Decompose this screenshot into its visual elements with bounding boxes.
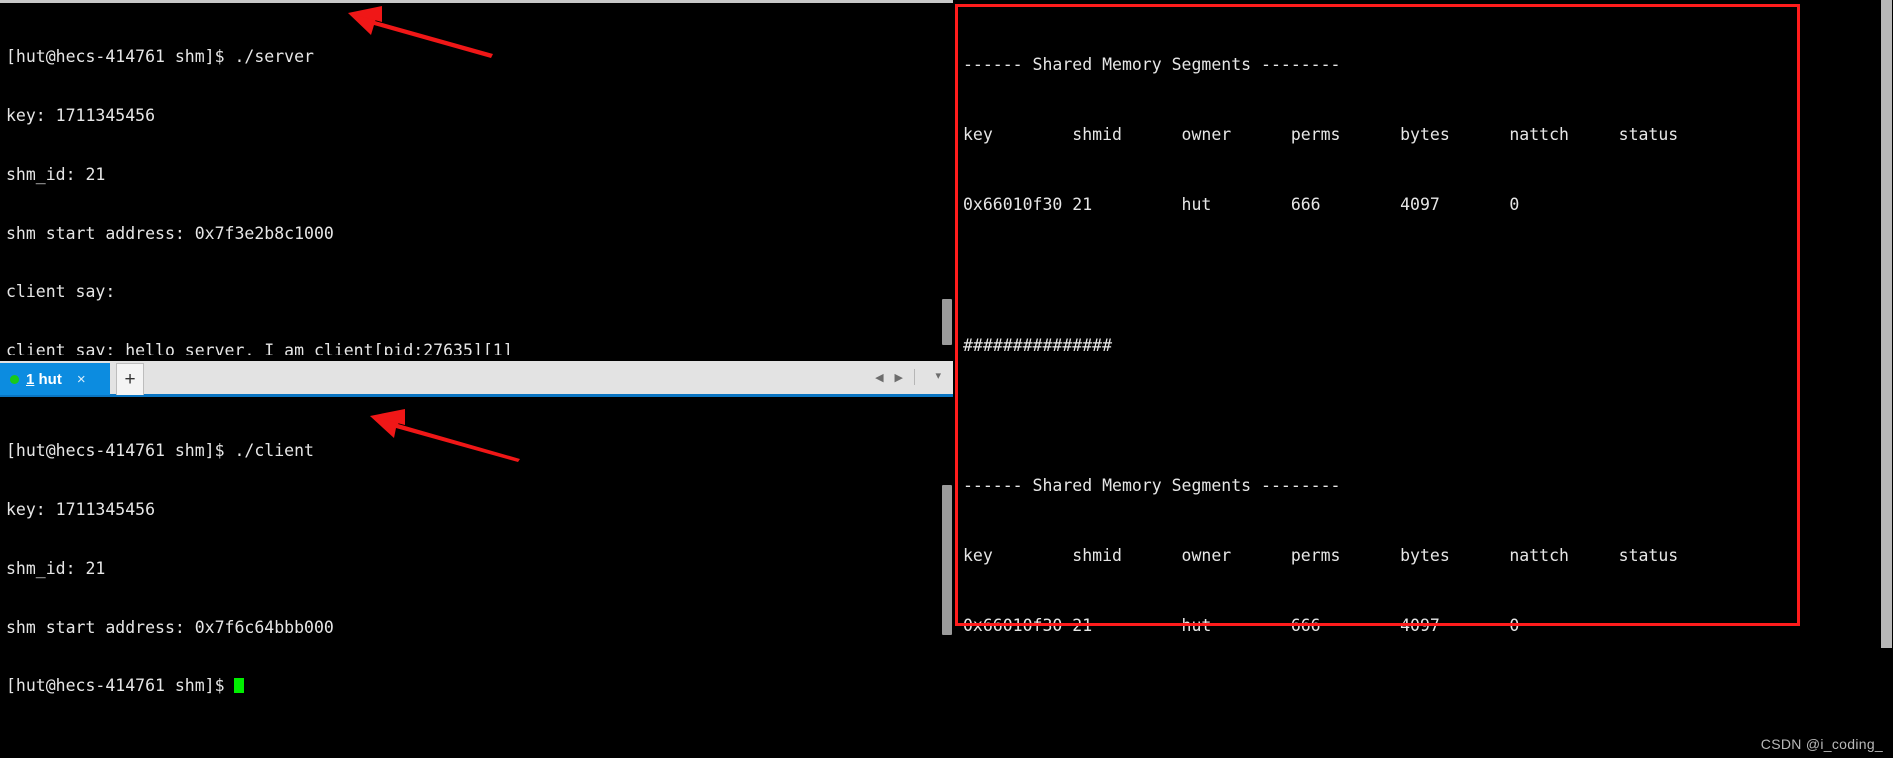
terminal-line: key shmid owner perms bytes nattch statu… [963,125,1679,145]
tab-label: 1 hut [26,371,62,388]
screenshot-root: [hut@hecs-414761 shm]$ ./server key: 171… [0,0,1893,758]
scrollbar-thumb[interactable] [942,299,952,345]
scrollbar-thumb[interactable] [942,485,952,635]
left-terminal-column: [hut@hecs-414761 shm]$ ./server key: 171… [0,0,953,758]
terminal-line: client say: [6,282,116,302]
terminal-line: key: 1711345456 [6,499,156,519]
tab-hut[interactable]: 1 hut × [0,363,110,395]
terminal-line: shm_id: 21 [6,558,106,578]
new-tab-button[interactable]: + [116,363,144,395]
close-icon[interactable]: × [77,371,86,388]
terminal-line: ------ Shared Memory Segments -------- [963,476,1341,496]
server-terminal-output: [hut@hecs-414761 shm]$ ./server key: 171… [0,3,953,355]
terminal-line: shm_id: 21 [6,164,106,184]
status-dot-icon [10,374,19,384]
scrollbar-thumb[interactable] [1881,0,1892,648]
tab-menu-control: ▾ [935,369,941,382]
terminal-line: [hut@hecs-414761 shm]$ ./server [6,47,314,67]
terminal-line: key: 1711345456 [6,105,156,125]
ipcs-terminal-pane[interactable]: ------ Shared Memory Segments -------- k… [953,0,1893,758]
tab-nav-controls: ◀ ▶ [875,369,915,385]
terminal-line: shm start address: 0x7f3e2b8c1000 [6,223,334,243]
chevron-down-icon[interactable]: ▾ [935,369,941,382]
terminal-line: 0x66010f30 21 hut 666 4097 0 [963,195,1520,215]
ipcs-terminal-output: ------ Shared Memory Segments -------- k… [953,0,1893,758]
chevron-left-icon[interactable]: ◀ [875,371,883,384]
terminal-line: client say: hello server, I am client[pi… [6,341,513,355]
server-terminal-scrollbar[interactable] [941,3,953,355]
terminal-prompt-line: [hut@hecs-414761 shm]$ [6,676,953,696]
client-terminal-output: [hut@hecs-414761 shm]$ ./client key: 171… [0,397,953,735]
server-terminal-pane[interactable]: [hut@hecs-414761 shm]$ ./server key: 171… [0,0,953,355]
terminal-line: [hut@hecs-414761 shm]$ ./client [6,441,314,461]
ipcs-terminal-scrollbar[interactable] [1880,0,1893,758]
terminal-tab-bar: 1 hut × + ◀ ▶ ▾ [0,361,953,397]
tab-title: hut [38,370,62,388]
text-cursor [234,678,245,694]
tab-index: 1 [26,370,35,388]
divider [914,369,915,385]
client-terminal-pane[interactable]: [hut@hecs-414761 shm]$ ./client key: 171… [0,397,953,758]
terminal-line: 0x66010f30 21 hut 666 4097 0 [963,616,1520,636]
terminal-line: ############### [963,335,1113,355]
watermark-text: CSDN @i_coding_ [1760,736,1883,752]
shell-prompt: [hut@hecs-414761 shm]$ [6,676,235,696]
terminal-line: key shmid owner perms bytes nattch statu… [963,546,1679,566]
terminal-line: shm start address: 0x7f6c64bbb000 [6,617,334,637]
terminal-line: ------ Shared Memory Segments -------- [963,54,1341,74]
chevron-right-icon[interactable]: ▶ [895,371,903,384]
client-terminal-scrollbar[interactable] [941,397,953,758]
